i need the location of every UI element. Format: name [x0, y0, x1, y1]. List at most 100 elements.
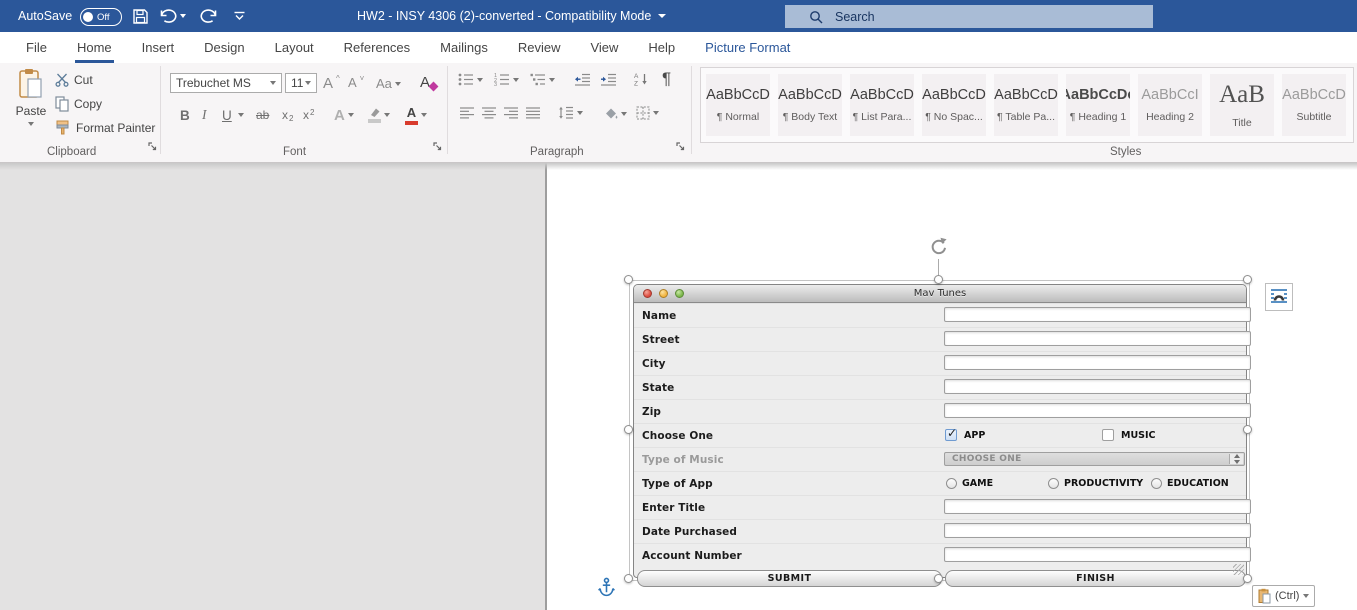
- style-chip-heading2[interactable]: AaBbCcI Heading 2: [1138, 74, 1202, 136]
- paragraph-dialog-launcher[interactable]: [675, 139, 686, 157]
- resize-handle-middle-left[interactable]: [624, 425, 633, 434]
- resize-handle-top-center[interactable]: [934, 275, 943, 284]
- clipboard-dialog-launcher[interactable]: [147, 139, 158, 157]
- enter-title-input[interactable]: [944, 499, 1251, 514]
- style-chip-list-paragraph[interactable]: AaBbCcD ¶ List Para...: [850, 74, 914, 136]
- title-dropdown-icon[interactable]: [658, 14, 667, 18]
- tab-layout[interactable]: Layout: [260, 32, 329, 63]
- cut-icon: [55, 73, 69, 87]
- style-chip-table-paragraph[interactable]: AaBbCcD ¶ Table Pa...: [994, 74, 1058, 136]
- resize-handle-top-right[interactable]: [1243, 275, 1252, 284]
- search-input[interactable]: [833, 8, 1117, 25]
- paste-options-button[interactable]: (Ctrl): [1252, 585, 1316, 607]
- account-number-input[interactable]: [944, 547, 1251, 562]
- style-chip-title[interactable]: AaB Title: [1210, 74, 1274, 136]
- text-effects-button[interactable]: A: [334, 103, 354, 127]
- paste-button[interactable]: Paste: [8, 68, 54, 150]
- productivity-radio[interactable]: PRODUCTIVITY: [1048, 472, 1143, 495]
- name-input[interactable]: [944, 307, 1251, 322]
- style-chip-normal[interactable]: AaBbCcD ¶ Normal: [706, 74, 770, 136]
- change-case-button[interactable]: Aa: [376, 76, 401, 91]
- street-input[interactable]: [944, 331, 1251, 346]
- align-center-button[interactable]: [482, 107, 497, 119]
- rotate-handle[interactable]: [929, 237, 948, 261]
- tab-mailings[interactable]: Mailings: [425, 32, 503, 63]
- tab-file[interactable]: File: [11, 32, 62, 63]
- tab-references[interactable]: References: [329, 32, 425, 63]
- align-right-button[interactable]: [504, 107, 519, 119]
- tab-review[interactable]: Review: [503, 32, 576, 63]
- resize-handle-bottom-center[interactable]: [934, 574, 943, 583]
- save-button[interactable]: [127, 0, 153, 32]
- tab-picture-format[interactable]: Picture Format: [690, 32, 805, 63]
- embedded-form-picture[interactable]: Mav Tunes Name Street City State Zip Cho…: [633, 284, 1251, 587]
- education-radio[interactable]: EDUCATION: [1151, 472, 1229, 495]
- format-painter-button[interactable]: Format Painter: [55, 120, 155, 135]
- copy-button[interactable]: Copy: [55, 96, 102, 112]
- underline-button[interactable]: U: [222, 103, 232, 127]
- undo-button[interactable]: [156, 0, 188, 32]
- state-input[interactable]: [944, 379, 1251, 394]
- resize-handle-middle-right[interactable]: [1243, 425, 1252, 434]
- clear-formatting-button[interactable]: A: [420, 74, 439, 92]
- music-checkbox[interactable]: [1102, 429, 1114, 441]
- resize-handle-bottom-right[interactable]: [1243, 574, 1252, 583]
- redo-button[interactable]: [196, 0, 222, 32]
- strikethrough-button[interactable]: ab: [256, 103, 269, 127]
- font-name-combo[interactable]: Trebuchet MS: [170, 73, 282, 93]
- justify-button[interactable]: [526, 107, 541, 119]
- submit-button[interactable]: SUBMIT: [637, 570, 942, 587]
- mac-titlebar: Mav Tunes: [634, 285, 1246, 303]
- increase-indent-button[interactable]: [600, 73, 617, 86]
- game-radio[interactable]: GAME: [946, 472, 993, 495]
- mac-resize-grip[interactable]: [1233, 564, 1244, 575]
- tab-view[interactable]: View: [575, 32, 633, 63]
- underline-dropdown[interactable]: [238, 103, 244, 127]
- cut-button[interactable]: Cut: [55, 73, 93, 87]
- multilevel-list-button[interactable]: [530, 73, 555, 86]
- highlight-button[interactable]: [368, 103, 390, 127]
- city-input[interactable]: [944, 355, 1251, 370]
- sort-button[interactable]: AZ: [634, 72, 648, 86]
- numbering-button[interactable]: 123: [494, 73, 519, 86]
- customize-quick-access-button[interactable]: [226, 0, 252, 32]
- bullets-button[interactable]: [458, 73, 483, 86]
- tab-home[interactable]: Home: [62, 32, 127, 63]
- decrease-indent-button[interactable]: [574, 73, 591, 86]
- search-box[interactable]: [785, 5, 1153, 28]
- tab-help[interactable]: Help: [633, 32, 690, 63]
- grow-font-button[interactable]: A ^: [323, 74, 340, 92]
- layout-options-button[interactable]: [1265, 283, 1293, 311]
- resize-handle-top-left[interactable]: [624, 275, 633, 284]
- resize-handle-bottom-left[interactable]: [624, 574, 633, 583]
- type-of-music-select[interactable]: CHOOSE ONE: [944, 452, 1245, 466]
- line-spacing-button[interactable]: [558, 106, 583, 119]
- font-color-button[interactable]: A: [405, 103, 427, 127]
- style-chip-heading1[interactable]: AaBbCcDc¶ Heading 1: [1066, 74, 1130, 136]
- object-anchor-icon[interactable]: [598, 577, 615, 603]
- align-left-button[interactable]: [460, 107, 475, 119]
- superscript-button[interactable]: x2: [303, 103, 314, 127]
- style-chip-subtitle[interactable]: AaBbCcD Subtitle: [1282, 74, 1346, 136]
- zip-input[interactable]: [944, 403, 1251, 418]
- tab-insert[interactable]: Insert: [127, 32, 190, 63]
- finish-button[interactable]: FINISH: [945, 570, 1246, 587]
- font-dialog-launcher[interactable]: [432, 139, 443, 157]
- save-icon: [132, 8, 148, 24]
- date-purchased-input[interactable]: [944, 523, 1251, 538]
- subscript-button[interactable]: x2: [282, 103, 293, 127]
- autosave-toggle[interactable]: Off: [80, 8, 122, 26]
- style-chip-no-spacing[interactable]: AaBbCcD ¶ No Spac...: [922, 74, 986, 136]
- italic-button[interactable]: I: [202, 103, 207, 127]
- app-checkbox[interactable]: ✓: [945, 426, 957, 441]
- paste-dropdown-icon[interactable]: [28, 122, 34, 126]
- show-formatting-marks-button[interactable]: ¶: [662, 69, 671, 89]
- bold-button[interactable]: B: [180, 103, 190, 127]
- font-size-combo[interactable]: 11: [285, 73, 317, 93]
- borders-button[interactable]: [636, 106, 659, 120]
- shrink-font-button[interactable]: A ˅: [348, 74, 364, 90]
- style-chip-body-text[interactable]: AaBbCcD ¶ Body Text: [778, 74, 842, 136]
- tab-design[interactable]: Design: [189, 32, 259, 63]
- group-separator: [447, 66, 448, 154]
- shading-button[interactable]: [604, 107, 627, 120]
